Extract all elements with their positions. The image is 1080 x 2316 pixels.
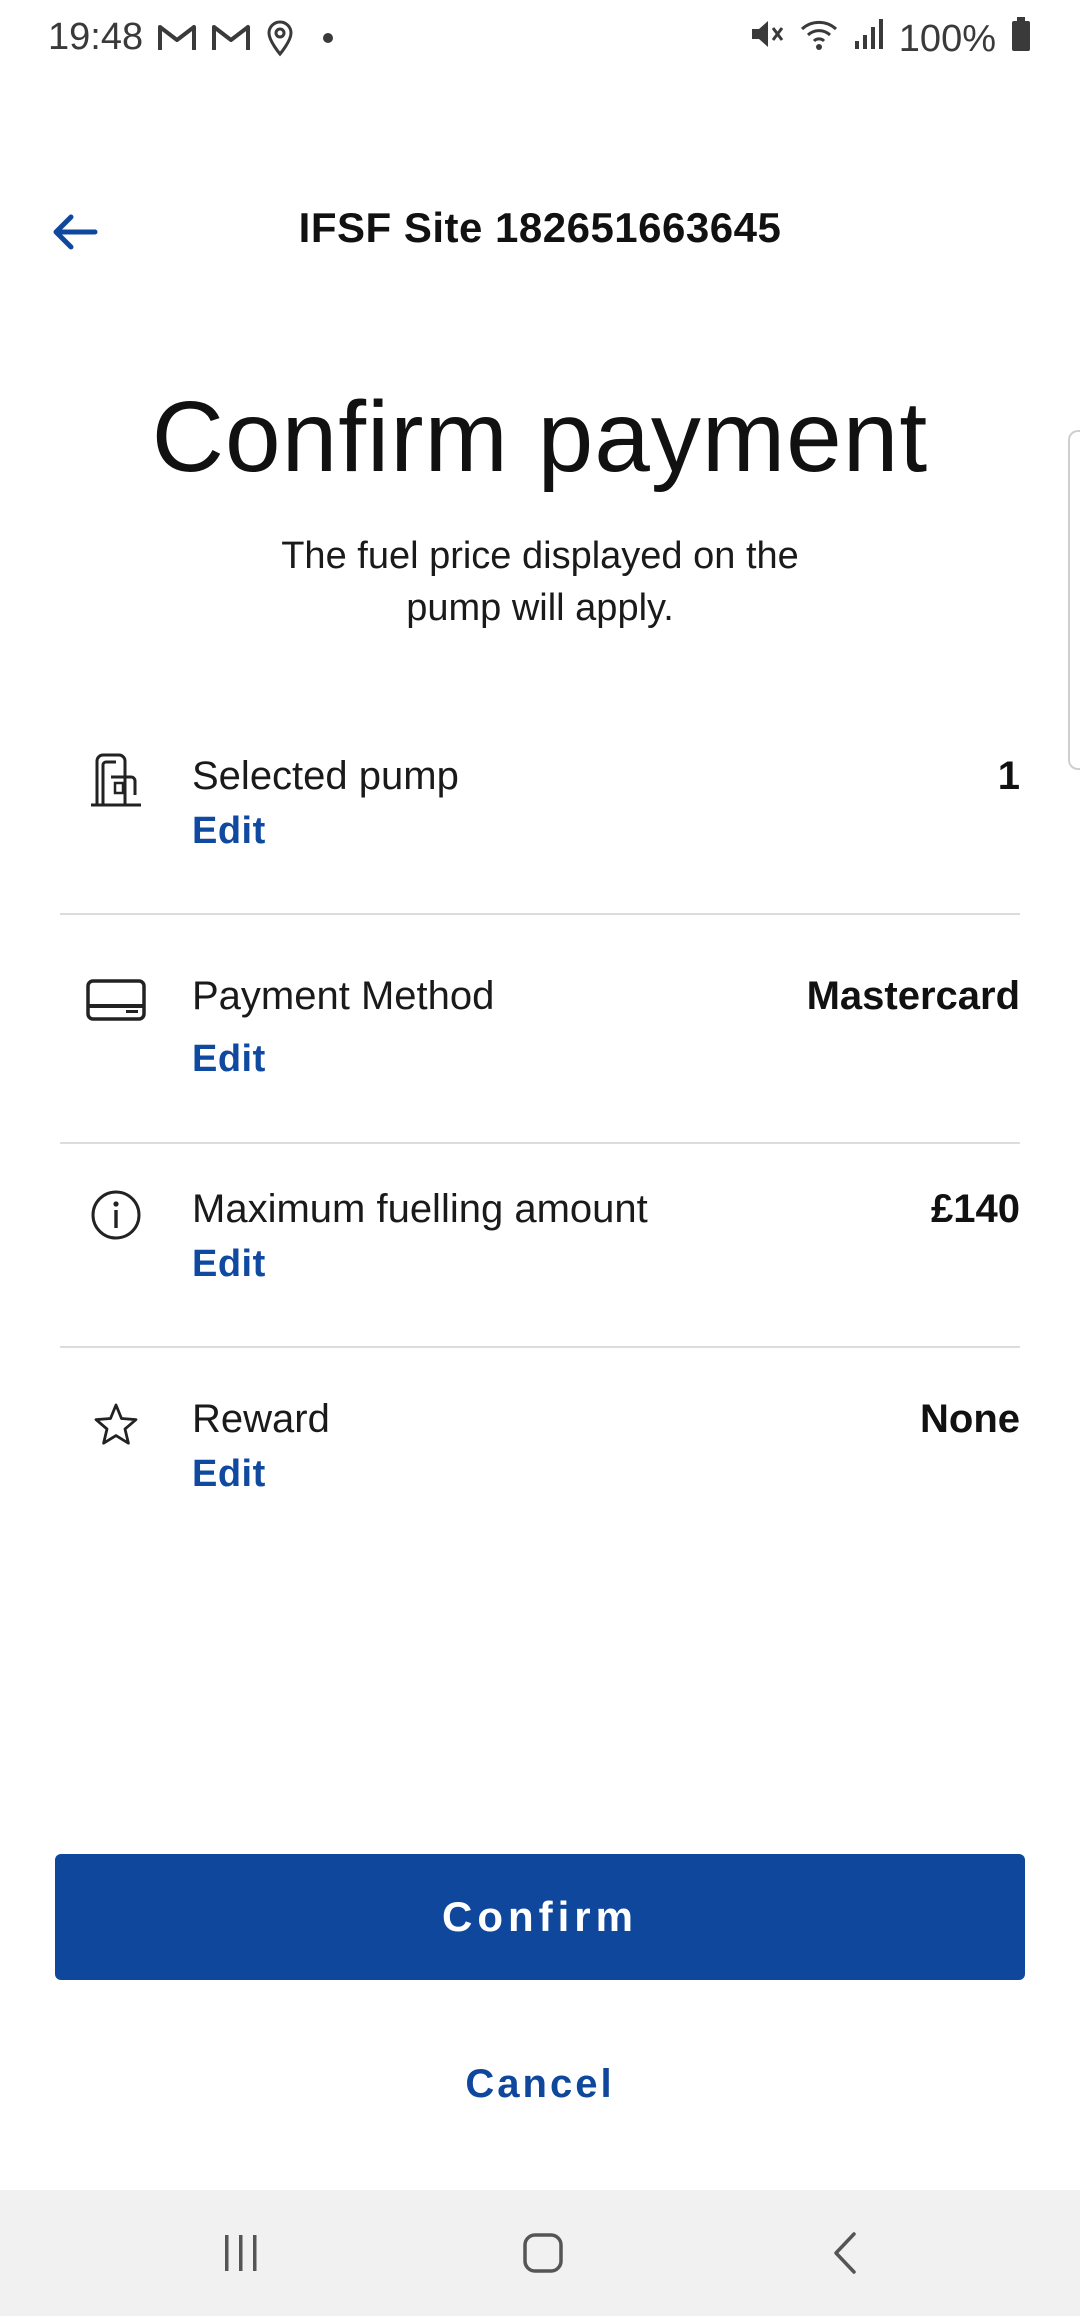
status-bar: 19:48 100%: [0, 0, 1080, 80]
detail-row-payment-method: Payment Method Edit Mastercard: [60, 970, 1020, 1090]
divider: [60, 913, 1020, 915]
wifi-icon: [799, 17, 839, 61]
row-label: Selected pump: [192, 754, 459, 798]
star-icon: [84, 1393, 148, 1457]
system-nav-bar: [0, 2190, 1080, 2316]
row-label: Payment Method: [192, 974, 495, 1018]
mute-icon: [749, 17, 785, 61]
status-time: 19:48: [48, 16, 144, 58]
header-title: IFSF Site 182651663645: [298, 204, 782, 251]
gmail-icon: [157, 23, 197, 53]
notification-dot: [323, 32, 334, 43]
detail-row-selected-pump: Selected pump Edit 1: [60, 748, 1020, 868]
page-subtitle: The fuel price displayed on the pump wil…: [281, 535, 799, 629]
recent-apps-button[interactable]: [196, 2220, 286, 2286]
back-icon: [834, 2232, 856, 2274]
row-value: 1: [997, 754, 1020, 798]
scroll-indicator[interactable]: [1068, 430, 1080, 770]
battery-percent: 100%: [898, 17, 996, 60]
fuel-pump-icon: [84, 748, 148, 812]
detail-row-reward: Reward Edit None: [60, 1393, 1020, 1513]
info-icon: [84, 1183, 148, 1247]
credit-card-icon: [84, 968, 148, 1032]
row-value: £140: [931, 1187, 1020, 1231]
status-right: 100%: [749, 16, 1032, 62]
recent-apps-icon: [225, 2235, 257, 2271]
edit-pump-link[interactable]: Edit: [192, 810, 266, 853]
row-label: Maximum fuelling amount: [192, 1187, 648, 1231]
signal-icon: [853, 17, 885, 61]
row-label: Reward: [192, 1397, 330, 1441]
app-header: IFSF Site 182651663645: [0, 190, 1080, 274]
home-button[interactable]: [498, 2220, 588, 2286]
divider: [60, 1142, 1020, 1144]
system-back-button[interactable]: [800, 2220, 890, 2286]
detail-row-max-amount: Maximum fuelling amount Edit £140: [60, 1183, 1020, 1303]
edit-amount-link[interactable]: Edit: [192, 1243, 266, 1286]
edit-reward-link[interactable]: Edit: [192, 1453, 266, 1496]
confirm-button[interactable]: Confirm: [55, 1854, 1025, 1980]
row-value: Mastercard: [806, 974, 1020, 1018]
status-left: 19:48: [48, 16, 334, 59]
gmail-icon: [211, 23, 251, 53]
row-value: None: [920, 1397, 1020, 1441]
battery-icon: [1010, 16, 1032, 62]
location-icon: [265, 19, 295, 57]
edit-payment-link[interactable]: Edit: [192, 1038, 266, 1081]
home-icon: [523, 2233, 563, 2273]
cancel-button[interactable]: Cancel: [340, 2044, 740, 2124]
divider: [60, 1346, 1020, 1348]
page-title: Confirm payment: [151, 381, 929, 493]
